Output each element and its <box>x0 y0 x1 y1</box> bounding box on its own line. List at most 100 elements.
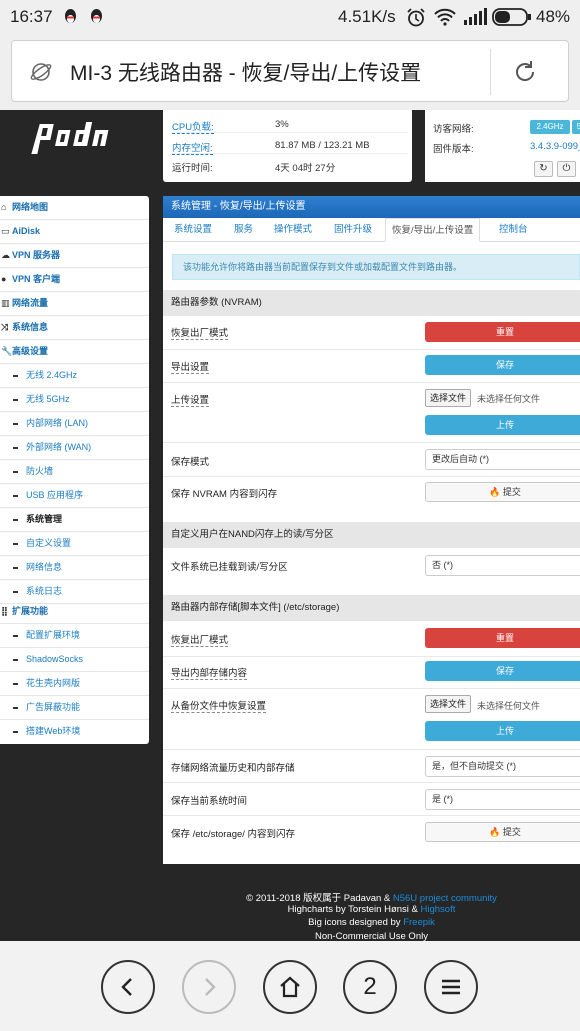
home-button[interactable] <box>263 960 317 1014</box>
chevron-right-icon <box>205 978 216 996</box>
cpu-value: 3% <box>275 119 289 130</box>
tabs-button[interactable]: 2 <box>343 960 397 1014</box>
refresh-button[interactable]: ↻ <box>534 161 553 177</box>
sidebar-item-label: 扩展功能 <box>12 606 49 616</box>
select-value: 是，但不自动提交 (*) <box>432 761 516 771</box>
sidebar-item-administration[interactable]: 系统管理 <box>0 508 149 532</box>
sidebar-item-wan[interactable]: 外部网络 (WAN) <box>0 436 149 460</box>
status-bar: 16:37 4.51K/s 48% <box>0 0 580 34</box>
select-value: 否 (*) <box>432 560 453 570</box>
menu-button[interactable] <box>424 960 478 1014</box>
sidebar-item-traffic[interactable]: ▥ 网络流量 <box>0 292 149 316</box>
submit-nvram-button[interactable]: 🔥 提交 <box>425 482 580 502</box>
tab-restore-export-upload[interactable]: 恢复/导出/上传设置 <box>385 218 481 242</box>
sidebar-item-vpn-server[interactable]: ☁ VPN 服务器 <box>0 244 149 268</box>
sidebar: ⌂ 网络地图 ▭ AiDisk ☁ VPN 服务器 ● VPN 客户端 ▥ 网络流量 ⤨ 系… <box>0 196 149 744</box>
tab-console[interactable]: 控制台 <box>499 218 528 242</box>
divider <box>163 656 580 657</box>
address-bar[interactable]: MI-3 无线路由器 - 恢复/导出/上传设置 <box>11 40 569 102</box>
sidebar-item-usb[interactable]: USB 应用程序 <box>0 484 149 508</box>
tab-system-settings[interactable]: 系统设置 <box>174 218 212 242</box>
upload-backup-button[interactable]: 上传 <box>425 721 580 741</box>
sidebar-item-vpn-client[interactable]: ● VPN 客户端 <box>0 268 149 292</box>
tab-operation-mode[interactable]: 操作模式 <box>274 218 312 242</box>
icons-line: Big icons designed by Freepik <box>163 917 580 931</box>
forward-button[interactable] <box>182 960 236 1014</box>
sidebar-item-aidisk[interactable]: ▭ AiDisk <box>0 220 149 244</box>
globe-icon: ● <box>1 274 7 284</box>
fire-icon: 🔥 <box>489 487 501 497</box>
sidebar-item-label: 系统信息 <box>12 322 49 332</box>
sidebar-item-ext-env[interactable]: 配置扩展环境 <box>0 624 149 648</box>
sidebar-item-label: 系统管理 <box>26 514 63 524</box>
uptime-label: 运行时间: <box>172 163 213 174</box>
reload-icon[interactable] <box>512 59 538 85</box>
back-button[interactable] <box>101 960 155 1014</box>
sidebar-item-network-map[interactable]: ⌂ 网络地图 <box>0 196 149 220</box>
restore-factory-storage-label: 恢复出厂模式 <box>171 632 229 647</box>
hdd-icon: ▭ <box>1 226 10 236</box>
guest-24ghz-button[interactable]: 2.4GHz <box>530 120 570 134</box>
upload-button[interactable]: 上传 <box>425 415 580 435</box>
sidebar-item-system-info[interactable]: ⤨ 系统信息 <box>0 316 149 340</box>
sidebar-item-wireless-24[interactable]: 无线 2.4GHz <box>0 364 149 388</box>
tab-services[interactable]: 服务 <box>234 218 253 242</box>
dash-icon <box>13 635 18 637</box>
community-link[interactable]: N56U project community <box>393 893 497 904</box>
save-mode-select[interactable]: 更改后自动 (*)▾ <box>425 449 580 470</box>
battery-percent: 48% <box>536 7 571 26</box>
no-file-text: 未选择任何文件 <box>477 394 541 404</box>
sidebar-item-label: 无线 5GHz <box>26 394 70 404</box>
power-button[interactable]: ⏻ <box>557 161 576 177</box>
sidebar-item-shadowsocks[interactable]: ShadowSocks <box>0 648 149 672</box>
divider <box>163 782 580 783</box>
save-storage-flash-label: 保存 /etc/storage/ 内容到闪存 <box>171 829 296 840</box>
fs-mounted-select[interactable]: 否 (*)▾ <box>425 555 580 576</box>
firmware-label: 固件版本: <box>433 144 474 155</box>
sidebar-item-extensions[interactable]: ⣿ 扩展功能 <box>0 600 149 624</box>
reset-storage-button[interactable]: 重置 <box>425 628 580 648</box>
guest-info-box: 访客网络: 2.4GHz 5GHz 固件版本: 3.4.3.9-099_ ↻ ⏻ <box>425 110 580 182</box>
cpu-row: CPU负载: 3% <box>172 115 408 134</box>
save-button[interactable]: 保存 <box>425 355 580 375</box>
sidebar-item-oray[interactable]: 花生壳内网版 <box>0 672 149 696</box>
sidebar-item-lan[interactable]: 内部网络 (LAN) <box>0 412 149 436</box>
uptime-value: 4天 04时 27分 <box>275 163 336 174</box>
sidebar-item-wireless-5[interactable]: 无线 5GHz <box>0 388 149 412</box>
freepik-link[interactable]: Freepik <box>403 917 435 928</box>
sidebar-item-firewall[interactable]: 防火墙 <box>0 460 149 484</box>
sidebar-item-label: 高级设置 <box>12 346 49 356</box>
highsoft-link[interactable]: Highsoft <box>421 904 456 915</box>
choose-file-button[interactable]: 选择文件 <box>425 389 472 407</box>
guest-5ghz-button[interactable]: 5GHz <box>572 120 580 134</box>
submit-storage-button[interactable]: 🔥 提交 <box>425 822 580 842</box>
cpu-label[interactable]: CPU负载: <box>172 119 214 134</box>
page-footer: © 2011-2018 版权属于 Padavan & N56U project … <box>163 890 580 944</box>
reset-button[interactable]: 重置 <box>425 322 580 342</box>
tab-bar: 系统设置 服务 操作模式 固件升级 恢复/导出/上传设置 控制台 <box>163 218 580 242</box>
sidebar-item-network-info[interactable]: 网络信息 <box>0 556 149 580</box>
sidebar-item-advanced[interactable]: 🔧 高级设置 <box>0 340 149 364</box>
memory-label[interactable]: 内存空闲: <box>172 140 213 155</box>
choose-backup-file-button[interactable]: 选择文件 <box>425 695 472 713</box>
tab-firmware-upgrade[interactable]: 固件升级 <box>334 218 372 242</box>
dash-icon <box>13 519 18 521</box>
dash-icon <box>13 567 18 569</box>
save-time-select[interactable]: 是 (*)▾ <box>425 789 580 810</box>
qq-icon <box>65 9 76 23</box>
sidebar-item-adblock[interactable]: 广告屏蔽功能 <box>0 696 149 720</box>
network-speed: 4.51K/s <box>338 7 396 26</box>
copyright-text: © 2011-2018 版权属于 Padavan & <box>246 893 393 904</box>
save-storage-button[interactable]: 保存 <box>425 661 580 681</box>
dash-icon <box>13 375 18 377</box>
save-mode-label: 保存模式 <box>171 457 210 468</box>
qq-icon <box>91 9 102 23</box>
sidebar-item-custom[interactable]: 自定义设置 <box>0 532 149 556</box>
sidebar-item-label: ShadowSocks <box>26 654 84 664</box>
dash-icon <box>13 731 18 733</box>
store-traffic-select[interactable]: 是，但不自动提交 (*)▾ <box>425 756 580 777</box>
firmware-version[interactable]: 3.4.3.9-099_ <box>530 141 580 152</box>
sidebar-item-web-env[interactable]: 搭建Web环境 <box>0 720 149 744</box>
sidebar-item-label: USB 应用程序 <box>26 490 84 500</box>
dash-icon <box>13 591 18 593</box>
